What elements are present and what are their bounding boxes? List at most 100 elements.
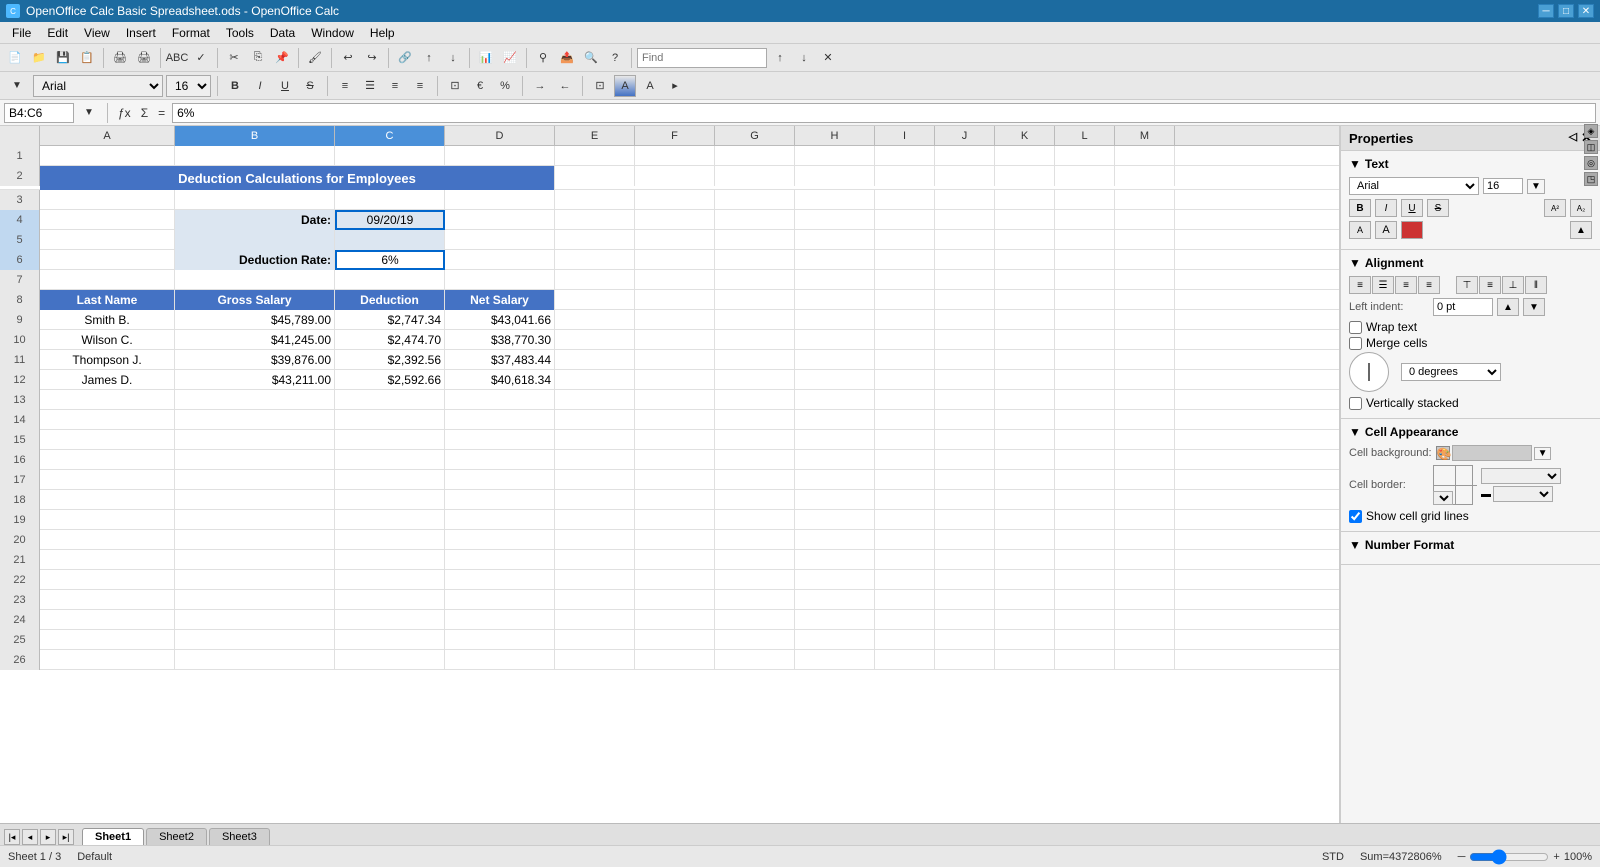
cell-l7[interactable] xyxy=(1055,270,1115,290)
tab-next-button[interactable]: ▸ xyxy=(40,829,56,845)
underline-prop-button[interactable]: U xyxy=(1401,199,1423,217)
align-bottom-prop[interactable]: ⊥ xyxy=(1502,276,1524,294)
paste-button[interactable]: 📌 xyxy=(271,47,293,69)
cell-m5[interactable] xyxy=(1115,230,1175,250)
cell-i8[interactable] xyxy=(875,290,935,310)
cell-j4[interactable] xyxy=(935,210,995,230)
col-header-g[interactable]: G xyxy=(715,126,795,146)
cell-c11[interactable]: $2,392.56 xyxy=(335,350,445,370)
cell-e10[interactable] xyxy=(555,330,635,350)
italic-button[interactable]: I xyxy=(249,75,271,97)
print-button[interactable]: 🖨 xyxy=(133,47,155,69)
zoom-slider[interactable] xyxy=(1469,849,1549,865)
col-header-j[interactable]: J xyxy=(935,126,995,146)
font-size-select[interactable]: 16 xyxy=(166,75,211,97)
border-inner-select[interactable] xyxy=(1433,491,1453,505)
cell-c6-rate-value[interactable]: 6% xyxy=(335,250,445,270)
cell-k8[interactable] xyxy=(995,290,1055,310)
cell-j1[interactable] xyxy=(935,146,995,166)
cell-h1[interactable] xyxy=(795,146,875,166)
cell-e8[interactable] xyxy=(555,290,635,310)
border-style-select[interactable] xyxy=(1481,468,1561,484)
cell-m1[interactable] xyxy=(1115,146,1175,166)
row-num-8[interactable]: 8 xyxy=(0,290,40,310)
equals-button[interactable]: = xyxy=(155,106,168,120)
chart-button[interactable]: 📊 xyxy=(475,47,497,69)
cell-k5[interactable] xyxy=(995,230,1055,250)
row-num-14[interactable]: 14 xyxy=(0,410,40,430)
cell-d10[interactable]: $38,770.30 xyxy=(445,330,555,350)
find-close-button[interactable]: ✕ xyxy=(817,47,839,69)
row-num-4[interactable]: 4 xyxy=(0,210,40,230)
cell-g1[interactable] xyxy=(715,146,795,166)
cell-m3[interactable] xyxy=(1115,190,1175,210)
title-bar-controls[interactable]: ─ □ ✕ xyxy=(1538,4,1594,18)
cell-e6[interactable] xyxy=(555,250,635,270)
cell-a12[interactable]: James D. xyxy=(40,370,175,390)
chart2-button[interactable]: 📈 xyxy=(499,47,521,69)
font-color-button[interactable]: A xyxy=(639,75,661,97)
col-header-c[interactable]: C xyxy=(335,126,445,146)
print-preview-button[interactable]: 🖨 xyxy=(109,47,131,69)
cell-h4[interactable] xyxy=(795,210,875,230)
sidebar-icon-3[interactable]: ◎ xyxy=(1584,156,1598,170)
cell-b11[interactable]: $39,876.00 xyxy=(175,350,335,370)
sidebar-icon-4[interactable]: ◳ xyxy=(1584,172,1598,186)
row-num-5[interactable]: 5 xyxy=(0,230,40,250)
cell-m2[interactable] xyxy=(1115,166,1175,186)
row-num-6[interactable]: 6 xyxy=(0,250,40,270)
cell-e11[interactable] xyxy=(555,350,635,370)
cell-g5[interactable] xyxy=(715,230,795,250)
properties-collapse-button[interactable]: ◁ xyxy=(1569,130,1577,146)
cell-d4[interactable] xyxy=(445,210,555,230)
cell-e4[interactable] xyxy=(555,210,635,230)
merge-cells-checkbox[interactable] xyxy=(1349,337,1362,350)
cell-bg-color-box[interactable] xyxy=(1452,445,1532,461)
cell-i2[interactable] xyxy=(875,166,935,186)
cell-j10[interactable] xyxy=(935,330,995,350)
cell-f10[interactable] xyxy=(635,330,715,350)
cell-b12[interactable]: $43,211.00 xyxy=(175,370,335,390)
menu-insert[interactable]: Insert xyxy=(118,24,164,42)
row-num-2[interactable]: 2 xyxy=(0,166,40,186)
cell-m11[interactable] xyxy=(1115,350,1175,370)
cell-l3[interactable] xyxy=(1055,190,1115,210)
autospell-button[interactable]: ✓ xyxy=(190,47,212,69)
cell-k3[interactable] xyxy=(995,190,1055,210)
zoom-in-button[interactable]: 🔍 xyxy=(580,47,602,69)
cell-k2[interactable] xyxy=(995,166,1055,186)
cell-c7[interactable] xyxy=(335,270,445,290)
find-prev-button[interactable]: ↑ xyxy=(769,47,791,69)
cell-j5[interactable] xyxy=(935,230,995,250)
help-button[interactable]: ? xyxy=(604,47,626,69)
font-color-prop[interactable]: A xyxy=(1375,221,1397,239)
cell-m4[interactable] xyxy=(1115,210,1175,230)
cell-m12[interactable] xyxy=(1115,370,1175,390)
cell-f1[interactable] xyxy=(635,146,715,166)
cell-m7[interactable] xyxy=(1115,270,1175,290)
more-button[interactable]: ▸ xyxy=(664,75,686,97)
italic-prop-button[interactable]: I xyxy=(1375,199,1397,217)
wrap-text-checkbox[interactable] xyxy=(1349,321,1362,334)
cell-d11[interactable]: $37,483.44 xyxy=(445,350,555,370)
orientation-select[interactable]: 0 degrees xyxy=(1401,363,1501,381)
col-header-i[interactable]: I xyxy=(875,126,935,146)
row-num-26[interactable]: 26 xyxy=(0,650,40,670)
sort-asc-button[interactable]: ↑ xyxy=(418,47,440,69)
col-header-f[interactable]: F xyxy=(635,126,715,146)
cell-c8-header[interactable]: Deduction xyxy=(335,290,445,310)
cell-c3[interactable] xyxy=(335,190,445,210)
row-num-10[interactable]: 10 xyxy=(0,330,40,350)
cell-d9[interactable]: $43,041.66 xyxy=(445,310,555,330)
cell-h8[interactable] xyxy=(795,290,875,310)
sort-desc-button[interactable]: ↓ xyxy=(442,47,464,69)
cell-b5[interactable] xyxy=(175,230,335,250)
cell-g12[interactable] xyxy=(715,370,795,390)
font-name-select[interactable]: Arial xyxy=(33,75,163,97)
font-name-prop[interactable]: Arial xyxy=(1349,177,1479,195)
find-input[interactable] xyxy=(637,48,767,68)
cell-k10[interactable] xyxy=(995,330,1055,350)
strikethrough-button[interactable]: S xyxy=(299,75,321,97)
cell-a9[interactable]: Smith B. xyxy=(40,310,175,330)
row-num-19[interactable]: 19 xyxy=(0,510,40,530)
